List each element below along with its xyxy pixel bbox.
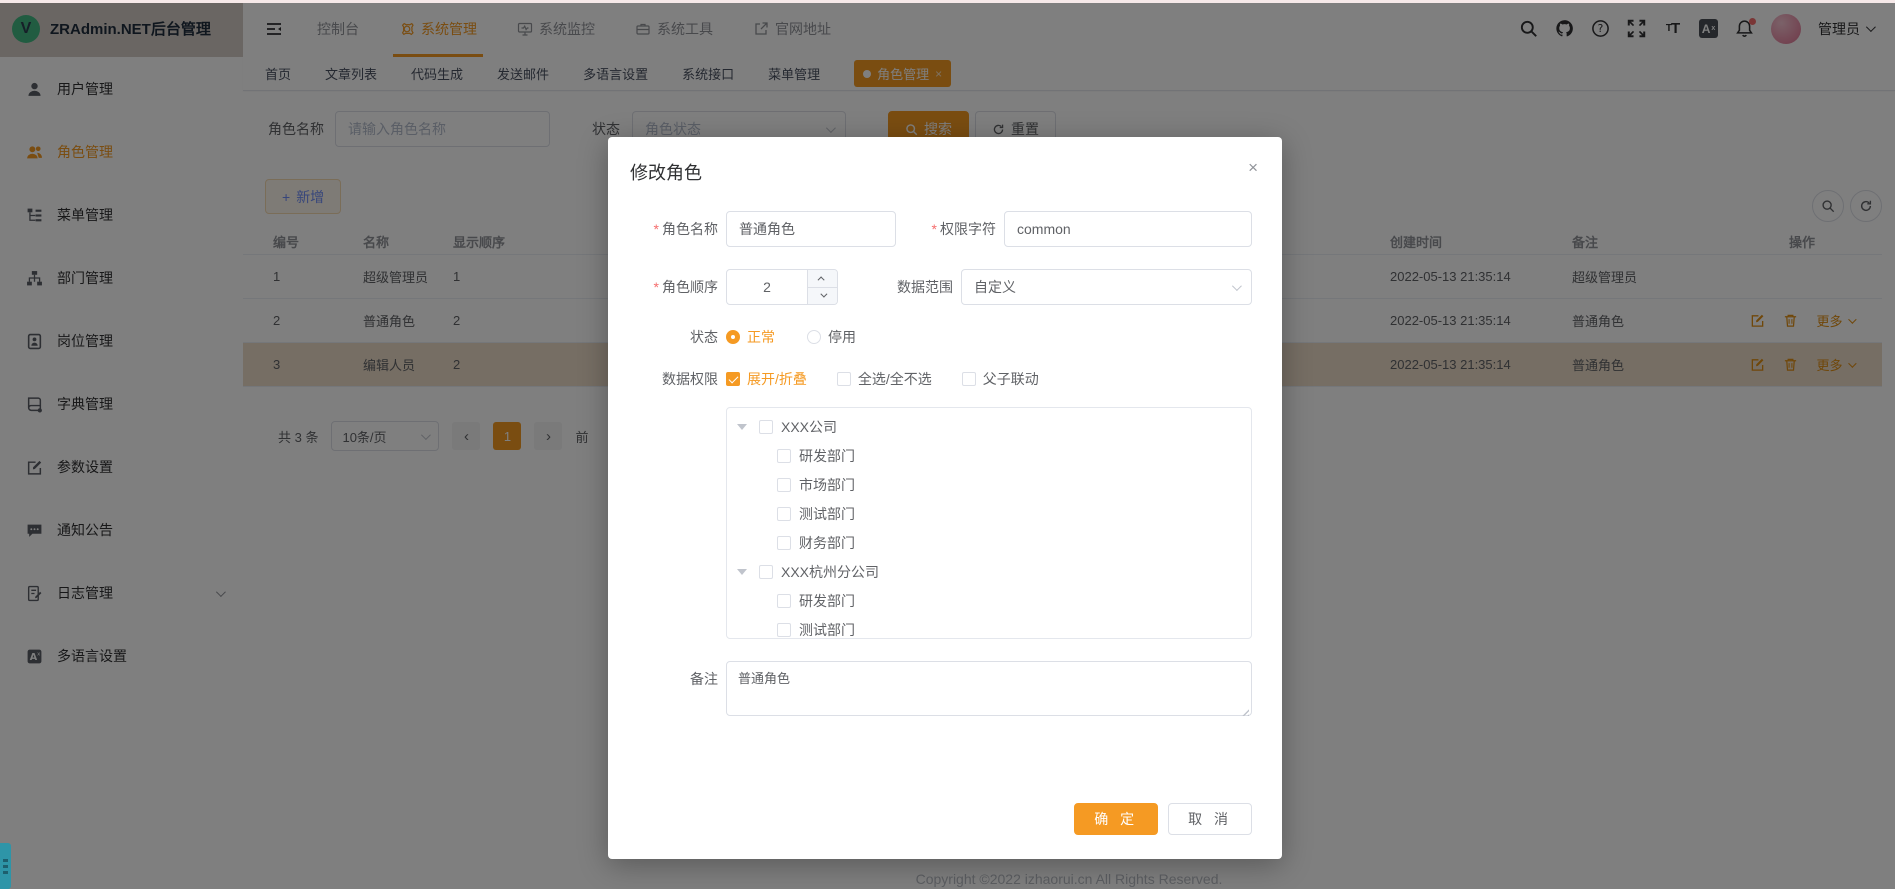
checkbox-icon[interactable] [777,536,791,550]
radio-label: 正常 [747,327,775,347]
checkbox-label: 父子联动 [983,369,1039,389]
tree-node-label: 测试部门 [799,504,855,524]
tree-node-child[interactable]: 研发部门 [727,441,1251,470]
remark-textarea[interactable]: 普通角色 [726,661,1252,716]
role-name-label: *角色名称 [638,219,718,239]
perm-char-label: *权限字符 [912,219,996,239]
form-row-remark: 备注 普通角色 [638,661,1252,719]
data-scope-label: 数据范围 [869,277,953,297]
docked-widget[interactable] [0,843,11,889]
status-label: 状态 [638,327,718,347]
screen: V ZRAdmin.NET后台管理 控制台 系统管理 系统监控 系统工具 [0,0,1895,889]
expand-collapse-checkbox[interactable]: 展开/折叠 [726,369,807,389]
form-row-1: *角色名称 *权限字符 [638,211,1252,247]
data-scope-select[interactable]: 自定义 [961,269,1252,305]
checkbox-icon[interactable] [759,565,773,579]
caret-down-icon[interactable] [733,424,751,430]
radio-label: 停用 [828,327,856,347]
cancel-button[interactable]: 取 消 [1168,803,1252,835]
checkbox-icon[interactable] [759,420,773,434]
checkbox-icon[interactable] [777,594,791,608]
top-edge-strip [0,0,1895,3]
form-row-status: 状态 正常 停用 [638,327,1252,347]
status-radio-normal[interactable]: 正常 [726,327,775,347]
edit-role-modal: 修改角色 × *角色名称 *权限字符 *角色顺序 2 [608,137,1282,859]
checkbox-icon [726,372,740,386]
data-scope-value: 自定义 [974,277,1016,297]
checkbox-icon[interactable] [777,478,791,492]
parent-child-linkage-checkbox[interactable]: 父子联动 [962,369,1039,389]
caret-down-icon[interactable] [733,569,751,575]
role-order-label: *角色顺序 [638,277,718,297]
role-order-value: 2 [727,270,807,304]
required-asterisk: * [654,279,659,295]
remark-textarea-wrap: 普通角色 [726,661,1252,719]
data-perm-label: 数据权限 [638,369,718,389]
tree-node-child[interactable]: 研发部门 [727,586,1251,615]
checkbox-icon [837,372,851,386]
modal-body: *角色名称 *权限字符 *角色顺序 2 数据范围 自定义 [608,185,1282,719]
checkbox-label: 展开/折叠 [747,369,807,389]
close-icon[interactable]: × [1248,159,1258,176]
modal-header: 修改角色 × [608,137,1282,185]
tree-node-parent[interactable]: XXX杭州分公司 [727,557,1251,586]
tree-node-label: XXX公司 [781,417,837,437]
tree-node-child[interactable]: 财务部门 [727,528,1251,557]
checkbox-icon [962,372,976,386]
form-row-2: *角色顺序 2 数据范围 自定义 [638,269,1252,305]
radio-icon [726,330,740,344]
tree-node-parent[interactable]: XXX公司 [727,412,1251,441]
chevron-up-icon [818,276,825,283]
role-name-input[interactable] [726,211,896,247]
decrease-button[interactable] [808,288,837,305]
checkbox-icon[interactable] [777,507,791,521]
stepper-controls [807,270,837,304]
confirm-button[interactable]: 确 定 [1074,803,1158,835]
tree-node-label: 测试部门 [799,620,855,640]
tree-node-child[interactable]: 测试部门 [727,615,1251,639]
required-asterisk: * [654,221,659,237]
perm-char-input[interactable] [1004,211,1252,247]
status-radio-disabled[interactable]: 停用 [807,327,856,347]
tree-node-label: XXX杭州分公司 [781,562,879,582]
tree-node-child[interactable]: 测试部门 [727,499,1251,528]
select-all-checkbox[interactable]: 全选/全不选 [837,369,932,389]
checkbox-label: 全选/全不选 [858,369,932,389]
tree-node-child[interactable]: 市场部门 [727,470,1251,499]
modal-title: 修改角色 [630,159,702,185]
role-order-stepper[interactable]: 2 [726,269,838,305]
required-asterisk: * [932,221,937,237]
tree-node-label: 研发部门 [799,446,855,466]
remark-label: 备注 [638,669,718,689]
checkbox-icon[interactable] [777,623,791,637]
increase-button[interactable] [808,270,837,288]
form-row-data-perm: 数据权限 展开/折叠 全选/全不选 父子联动 [638,369,1252,389]
checkbox-icon[interactable] [777,449,791,463]
tree-node-label: 研发部门 [799,591,855,611]
tree-node-label: 财务部门 [799,533,855,553]
department-tree: XXX公司 研发部门 市场部门 测试部门 [726,407,1252,639]
tree-node-label: 市场部门 [799,475,855,495]
radio-icon [807,330,821,344]
chevron-down-icon [1232,281,1242,291]
modal-footer: 确 定 取 消 [1074,803,1252,835]
chevron-down-icon [820,291,827,298]
